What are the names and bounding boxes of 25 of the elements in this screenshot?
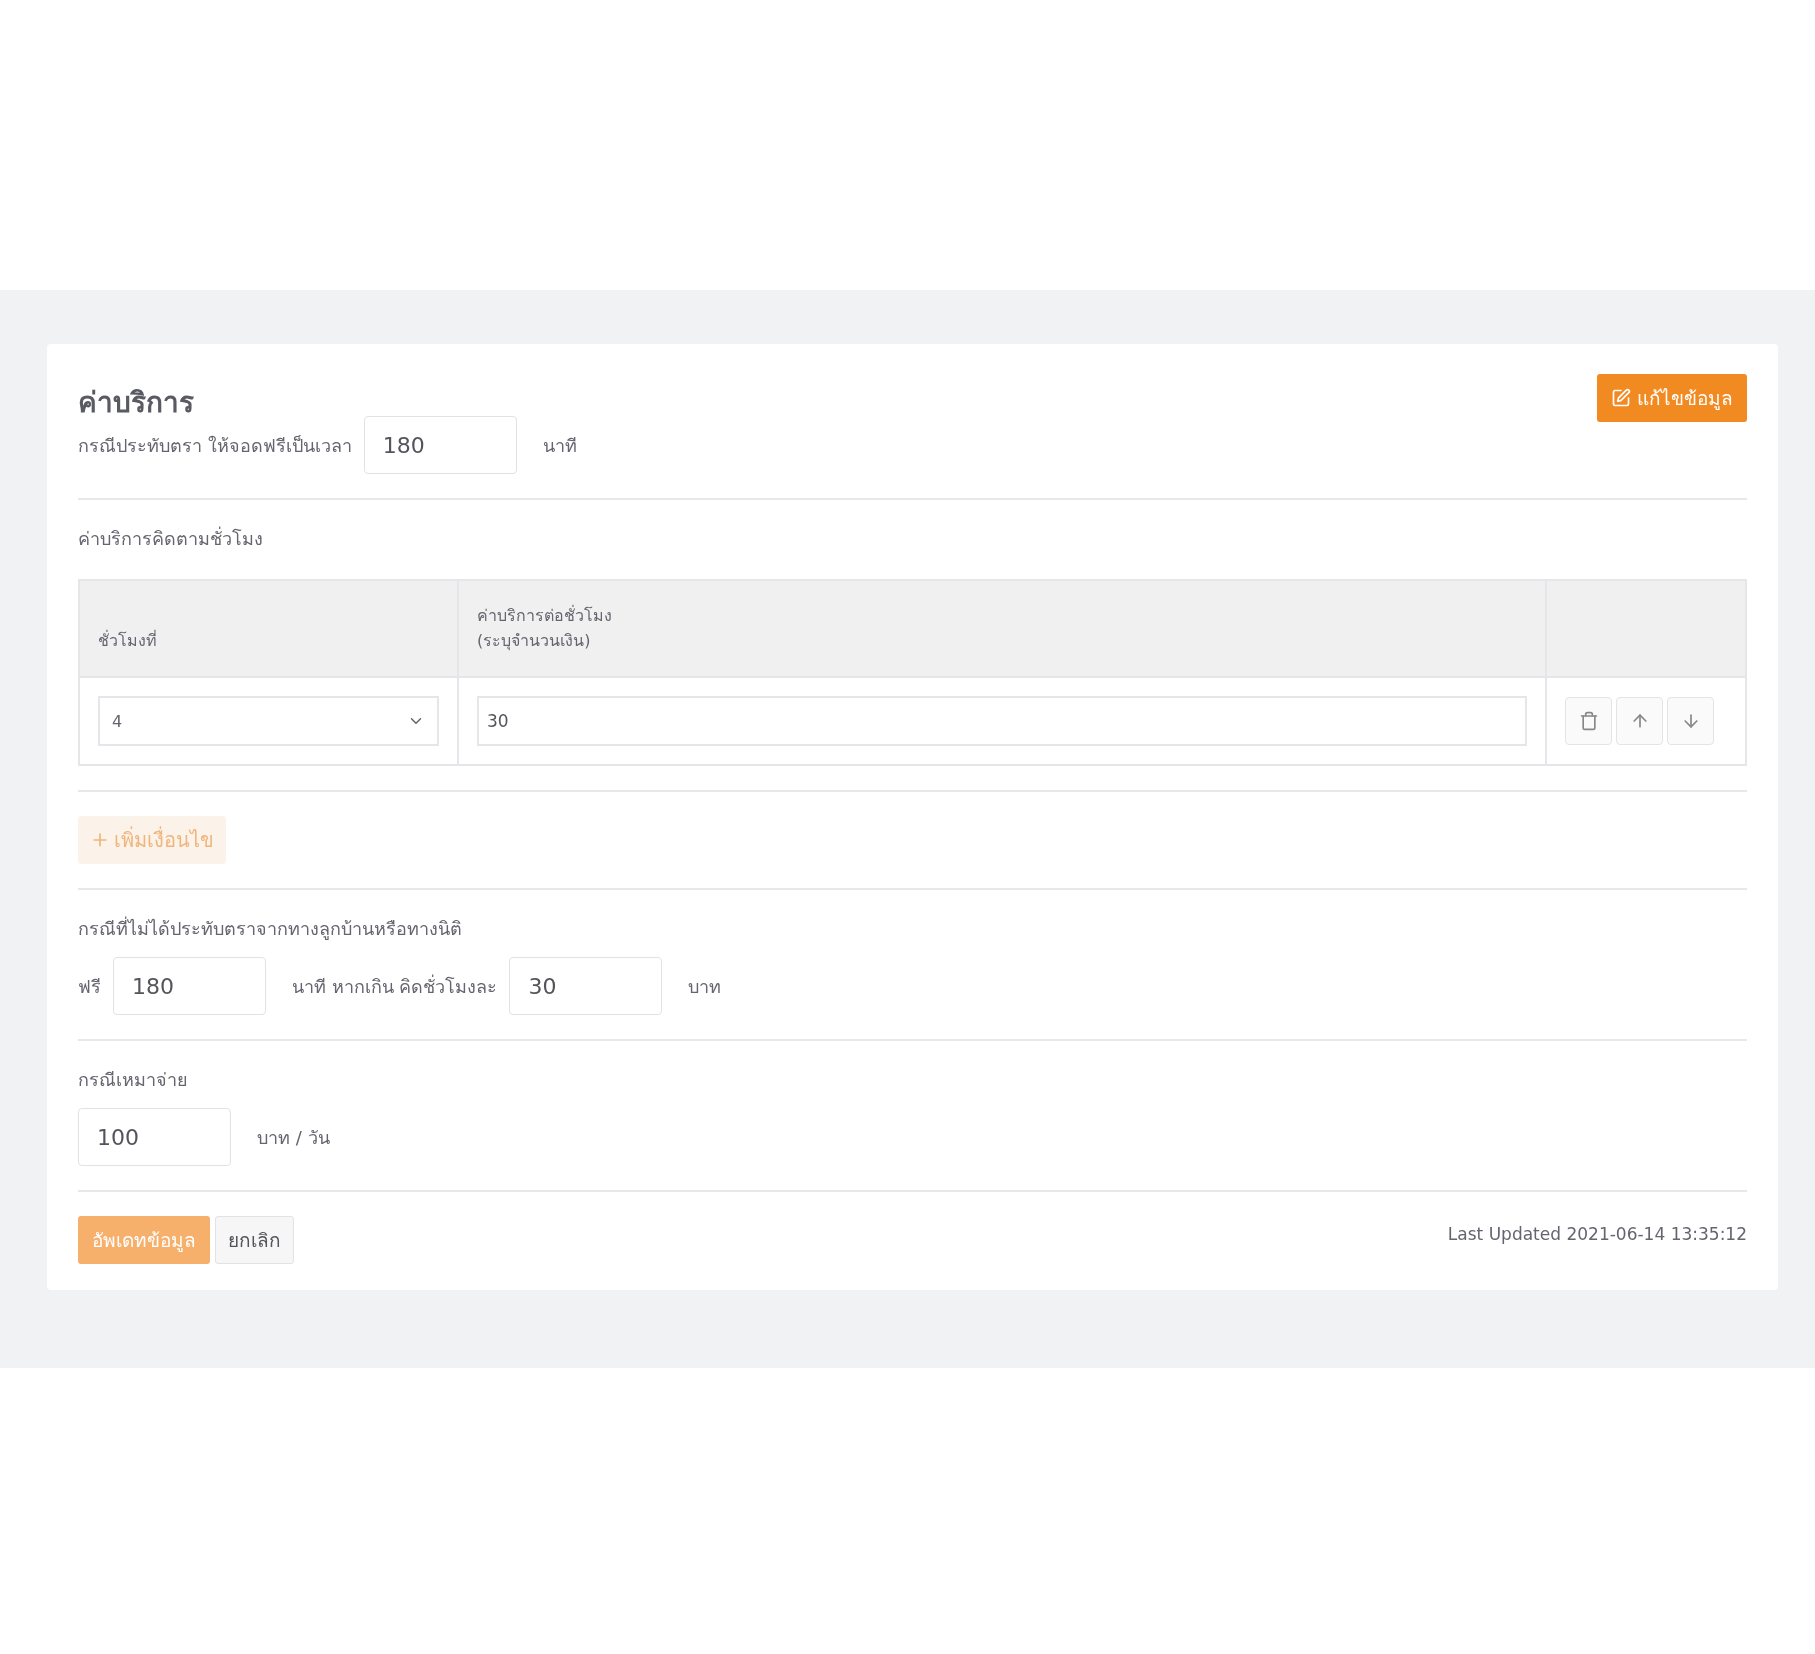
field-label: นาที หากเกิน คิดชั่วโมงละ [292,973,498,999]
cancel-button[interactable]: ยกเลิก [215,1216,294,1264]
input-field[interactable]: 180 [363,416,517,474]
input-field[interactable]: 30 [509,957,663,1015]
delete-button[interactable] [1565,697,1612,745]
move-up-button[interactable] [1616,697,1663,745]
unit-label: บาท [688,974,722,999]
input-field[interactable]: 180 [113,957,266,1015]
card-title: ค่าบริการ [78,385,194,421]
unit-label: นาที [542,433,577,458]
field-label: ฟรี [78,974,101,999]
price-input[interactable]: 30 [477,696,1527,746]
field-label: กรณีประทับตรา ให้จอดฟรีเป็นเวลา [78,433,352,458]
trash-icon [1578,711,1599,731]
input-field[interactable]: 100 [78,1108,231,1166]
section-label: กรณีเหมาจ่าย [78,1068,189,1092]
move-down-button[interactable] [1667,697,1714,745]
last-updated: Last Updated 2021-06-14 13:35:12 [1447,1224,1747,1244]
section-label: กรณีที่ไม่ได้ประทับตราจากทางลูกบ้านหรือทางนิติ [78,915,463,942]
column-header: ค่าบริการต่อชั่วโมง (ระบุจำนวนเงิน) [458,580,1546,677]
column-header: ชั่วโมงที่ [79,580,458,677]
unit-label: บาท / วัน [257,1125,330,1150]
edit-icon [1611,388,1631,408]
section-label: ค่าบริการคิดตามชั่วโมง [78,528,263,549]
hour-select[interactable]: 4 [98,696,439,746]
